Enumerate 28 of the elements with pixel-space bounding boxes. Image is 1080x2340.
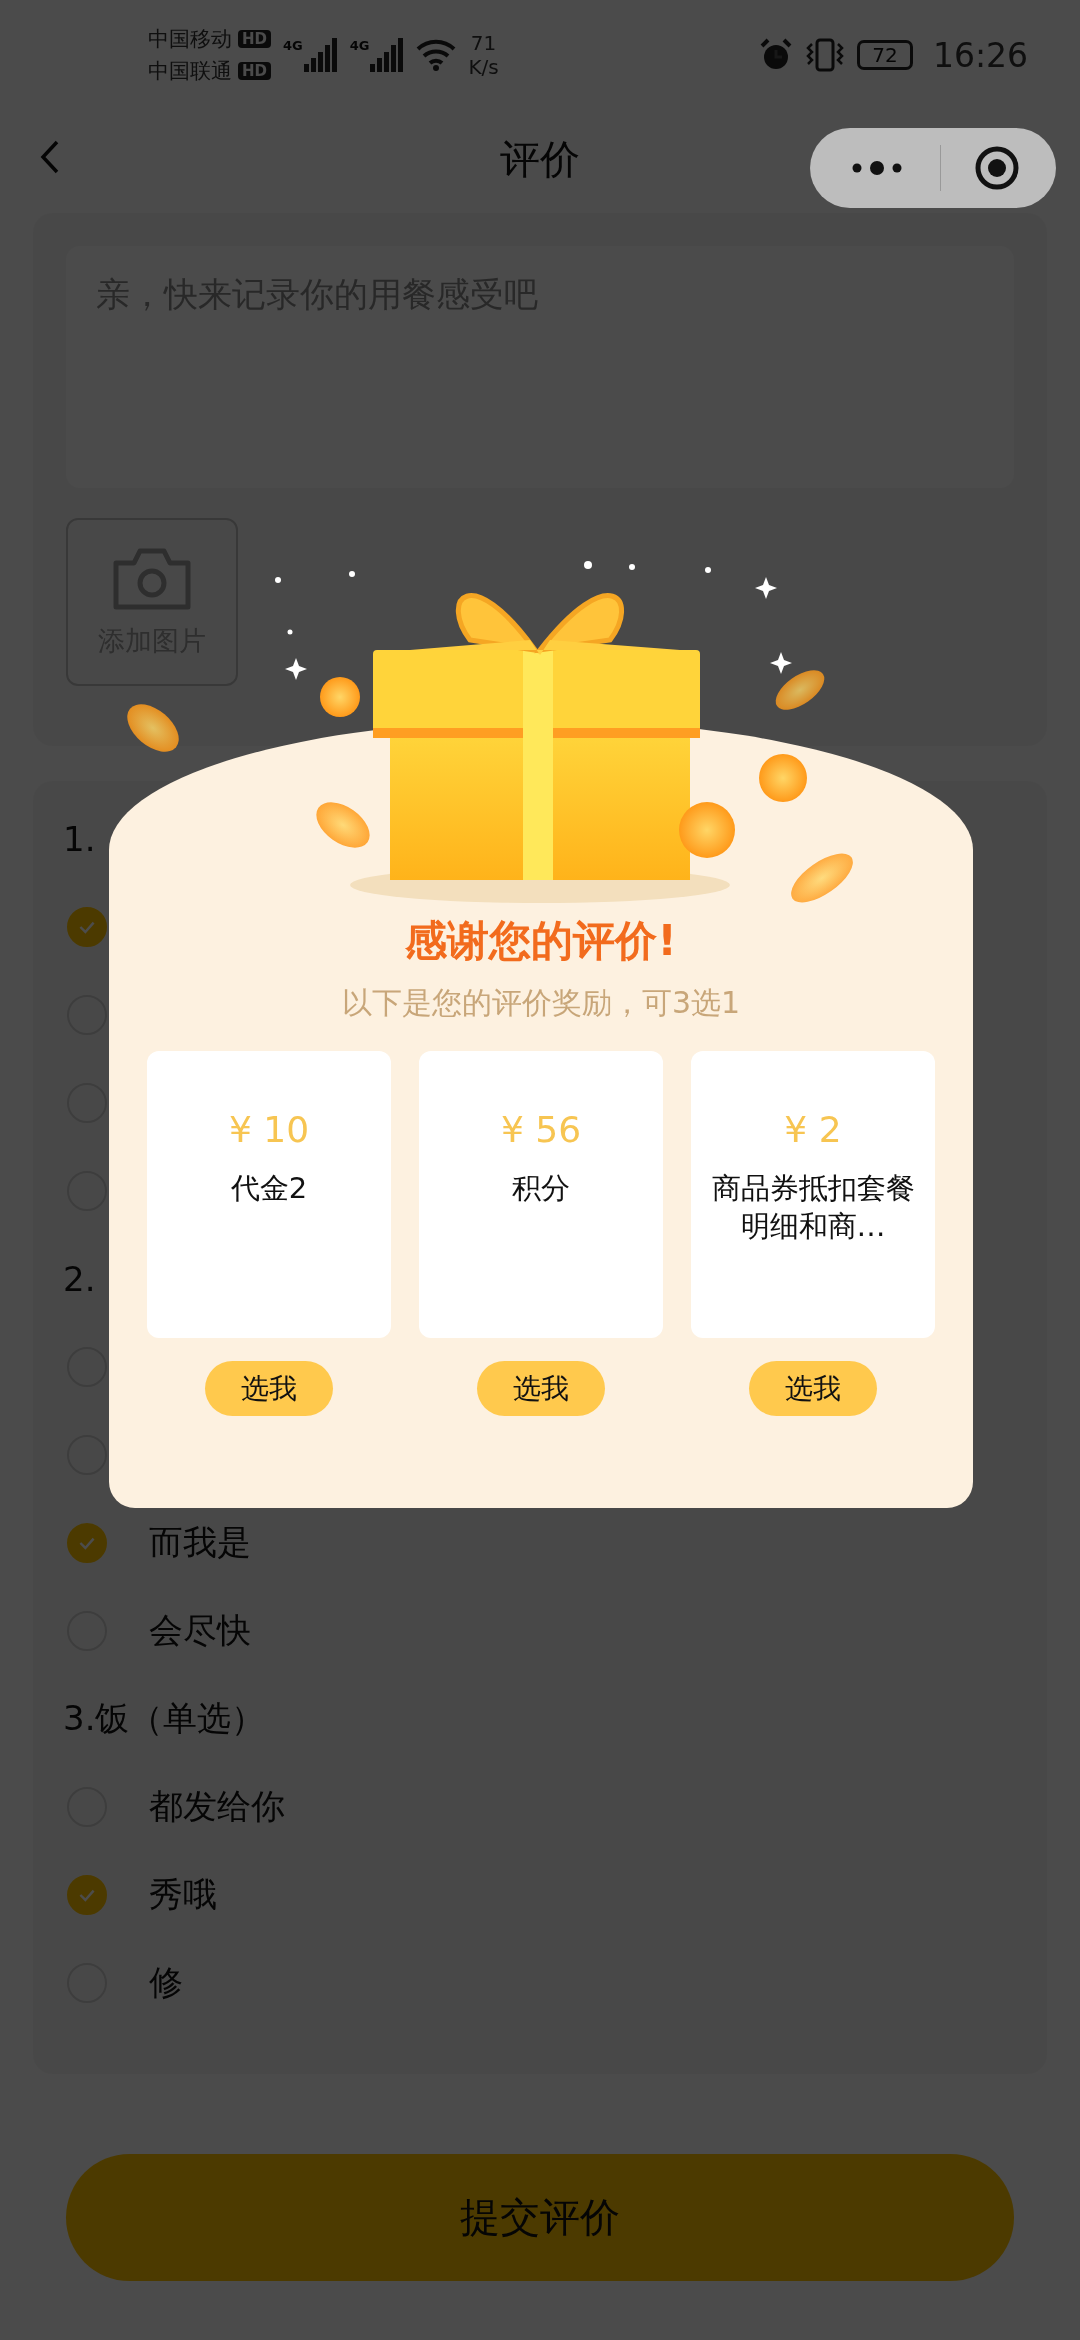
option-label: 修 bbox=[149, 1961, 183, 2004]
question-title: 2. bbox=[63, 1258, 97, 1301]
select-button[interactable]: 选我 bbox=[749, 1361, 877, 1416]
option-label: 会尽快 bbox=[149, 1609, 251, 1652]
clock-time: 16:26 bbox=[932, 35, 1028, 75]
question-title: 3.饭（单选） bbox=[63, 1697, 267, 1740]
carrier-name: 中国联通 bbox=[148, 58, 232, 85]
page-title: 评价 bbox=[500, 135, 580, 184]
option-label: 都发给你 bbox=[149, 1785, 285, 1828]
reward-amount: ¥ 2 bbox=[784, 1109, 842, 1150]
network-type: 4G bbox=[283, 38, 303, 53]
reward-amount: ¥ 56 bbox=[500, 1109, 582, 1150]
option-label: 秀哦 bbox=[149, 1873, 217, 1916]
carrier-name: 中国移动 bbox=[148, 26, 232, 53]
select-button[interactable]: 选我 bbox=[205, 1361, 333, 1416]
option-label: 而我是 bbox=[149, 1521, 251, 1564]
select-button[interactable]: 选我 bbox=[477, 1361, 605, 1416]
network-speed: 71 bbox=[470, 31, 497, 55]
question-title: 1. bbox=[63, 818, 97, 861]
dialog-subtitle: 以下是您的评价奖励，可3选1 bbox=[341, 984, 741, 1022]
dialog-title: 感谢您的评价! bbox=[405, 915, 677, 967]
reward-name: 代金2 bbox=[230, 1170, 308, 1207]
network-type: 4G bbox=[349, 38, 370, 53]
speed-unit: K/s bbox=[468, 55, 499, 79]
reward-name: 积分 bbox=[512, 1170, 570, 1207]
reward-amount: ¥ 10 bbox=[228, 1109, 310, 1150]
close-icon[interactable] bbox=[973, 145, 1020, 191]
reward-name: 商品券抵扣套餐明细和商… bbox=[711, 1170, 915, 1245]
